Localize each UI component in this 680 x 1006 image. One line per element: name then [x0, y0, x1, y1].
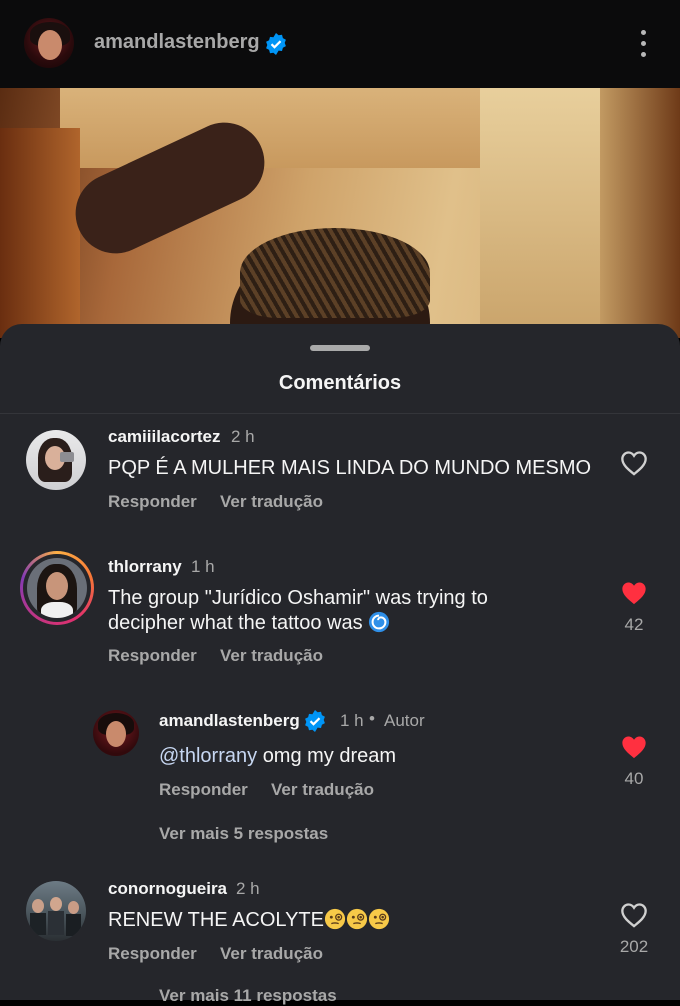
view-more-replies-button[interactable]: Ver mais 5 respostas: [159, 824, 328, 844]
reply-author-avatar[interactable]: [93, 710, 139, 756]
like-heart-icon[interactable]: [620, 450, 648, 476]
verified-badge-icon: [305, 710, 325, 732]
like-heart-icon[interactable]: [620, 902, 648, 928]
translate-button[interactable]: Ver tradução: [220, 492, 323, 512]
reply-button[interactable]: Responder: [108, 646, 197, 666]
comment-text: RENEW THE ACOLYTE: [108, 908, 390, 933]
post-author-username[interactable]: amandlastenberg: [94, 31, 260, 54]
sheet-drag-handle[interactable]: [310, 345, 370, 351]
comment-time: 2 h: [236, 879, 260, 898]
comment-time: 1 h: [191, 557, 215, 576]
reply-button[interactable]: Responder: [108, 492, 197, 512]
comment-time: 2 h: [231, 427, 255, 446]
author-badge: Autor: [384, 711, 425, 730]
divider: [0, 413, 680, 414]
cyclone-emoji-icon: [369, 611, 390, 633]
translate-button[interactable]: Ver tradução: [220, 944, 323, 964]
comment-username[interactable]: conornogueira: [108, 879, 227, 899]
like-count: 40: [624, 769, 644, 788]
face-with-monocle-emoji-icon: [368, 908, 390, 930]
more-options-icon[interactable]: [633, 28, 653, 60]
liked-heart-icon[interactable]: [620, 580, 648, 606]
liked-heart-icon[interactable]: [620, 734, 648, 760]
comment-text-line-1: The group "Jurídico Oshamir" was trying …: [108, 587, 488, 609]
mention-link[interactable]: @thlorrany: [159, 745, 257, 767]
post-author-avatar[interactable]: [24, 18, 74, 68]
verified-badge-icon: [266, 33, 286, 55]
reply-button[interactable]: Responder: [108, 944, 197, 964]
translate-button[interactable]: Ver tradução: [220, 646, 323, 666]
commenter-avatar[interactable]: [26, 881, 86, 941]
commenter-avatar-story-ring[interactable]: [20, 551, 94, 625]
post-header: amandlastenberg: [0, 0, 680, 88]
sheet-title: Comentários: [278, 372, 402, 394]
view-more-replies-button[interactable]: Ver mais 11 respostas: [159, 986, 337, 1006]
comments-sheet: Comentários camiiilacortez 2 h PQP É A M…: [0, 324, 680, 1005]
bullet-separator: •: [369, 709, 375, 728]
comment-username[interactable]: thlorrany: [108, 557, 182, 577]
post-photo: [0, 88, 680, 338]
face-with-monocle-emoji-icon: [346, 908, 368, 930]
comment-username[interactable]: camiiilacortez: [108, 427, 220, 447]
commenter-avatar[interactable]: [26, 430, 86, 490]
reply-button[interactable]: Responder: [159, 780, 248, 800]
reply-username[interactable]: amandlastenberg: [159, 711, 300, 731]
reply-text: @thlorrany omg my dream: [159, 745, 397, 767]
comment-text: PQP É A MULHER MAIS LINDA DO MUNDO MESMO: [108, 457, 592, 479]
like-count: 202: [619, 937, 649, 956]
face-with-monocle-emoji-icon: [324, 908, 346, 930]
reply-time: 1 h: [340, 711, 364, 730]
like-count: 42: [624, 615, 644, 634]
translate-button[interactable]: Ver tradução: [271, 780, 374, 800]
comment-text-line-2: decipher what the tattoo was: [108, 611, 390, 636]
